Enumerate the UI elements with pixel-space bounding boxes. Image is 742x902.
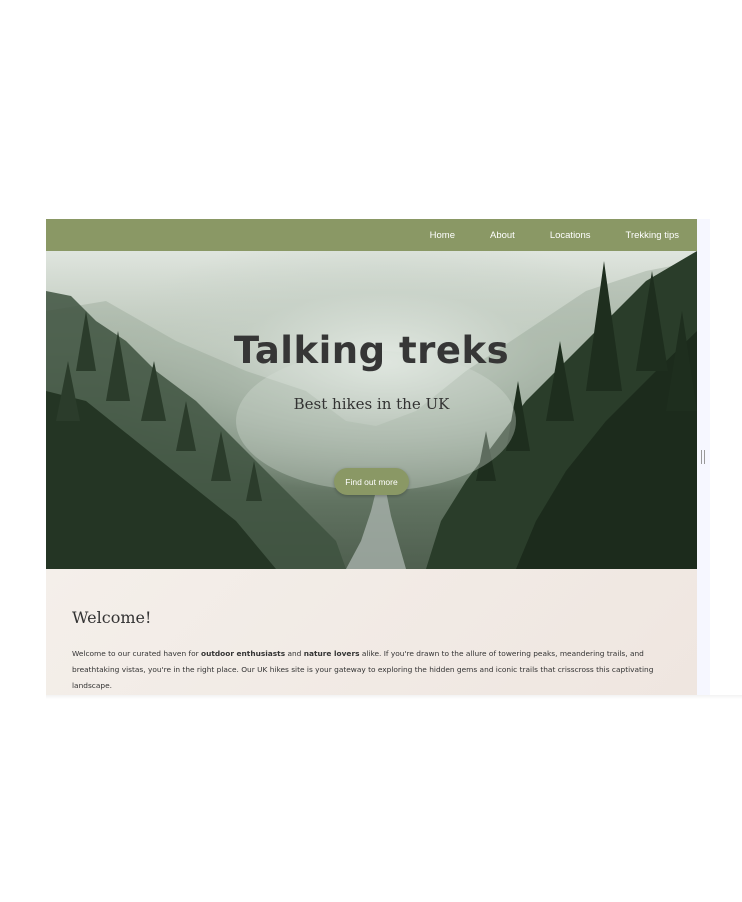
site-page: Home About Locations Trekking tips Talki…	[46, 219, 697, 695]
welcome-paragraph: Welcome to our curated haven for outdoor…	[72, 646, 671, 694]
nav-home-link[interactable]: Home	[430, 230, 455, 241]
welcome-text-1: Welcome to our curated haven for	[72, 649, 201, 658]
nav-about-link[interactable]: About	[490, 230, 515, 241]
viewport-shadow	[46, 695, 742, 699]
hero-title: Talking treks	[233, 329, 510, 372]
hero-section: Talking treks Best hikes in the UK Find …	[46, 251, 697, 569]
navbar: Home About Locations Trekking tips	[46, 219, 697, 251]
hero-subtitle: Best hikes in the UK	[293, 395, 450, 413]
resize-handle[interactable]	[701, 450, 705, 464]
welcome-bold-outdoor: outdoor enthusiasts	[201, 649, 286, 658]
nav-trekking-tips-link[interactable]: Trekking tips	[626, 230, 680, 241]
welcome-heading: Welcome!	[72, 608, 152, 627]
welcome-text-2: and	[285, 649, 304, 658]
welcome-section: Welcome! Welcome to our curated haven fo…	[46, 569, 697, 695]
welcome-bold-nature: nature lovers	[303, 649, 360, 658]
nav-locations-link[interactable]: Locations	[550, 230, 591, 241]
find-out-more-button[interactable]: Find out more	[334, 468, 409, 495]
